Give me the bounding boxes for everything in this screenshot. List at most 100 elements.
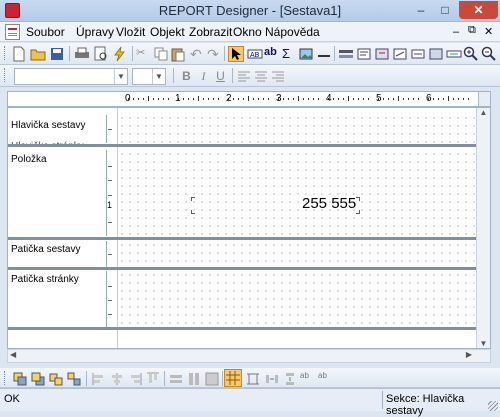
cut-icon[interactable]: ✂ bbox=[136, 46, 152, 62]
align-right-edges-icon[interactable] bbox=[127, 371, 143, 387]
tab-settings-icon[interactable]: ab bbox=[318, 371, 334, 387]
band-tool-1-icon[interactable] bbox=[338, 46, 354, 62]
minimize-button[interactable]: – bbox=[410, 1, 432, 19]
redo-icon[interactable]: ↷ bbox=[207, 46, 223, 62]
ruler-tick bbox=[383, 98, 384, 100]
band-separator[interactable] bbox=[8, 144, 490, 147]
selection-handle[interactable] bbox=[356, 197, 360, 201]
horizontal-scrollbar[interactable]: ◀ ▶ bbox=[7, 349, 491, 363]
align-left-icon[interactable] bbox=[236, 68, 253, 84]
ruler-tick bbox=[293, 98, 294, 100]
band-tool-2-icon[interactable] bbox=[356, 46, 372, 62]
align-tops-icon[interactable] bbox=[145, 371, 161, 387]
menu-okno[interactable]: Okno bbox=[233, 25, 262, 39]
scroll-down-icon[interactable]: ▼ bbox=[477, 339, 490, 348]
ruler-tick bbox=[193, 98, 194, 100]
band-tool-5-icon[interactable] bbox=[410, 46, 426, 62]
sum-icon[interactable]: Σ bbox=[282, 46, 298, 62]
band-tool-4-icon[interactable] bbox=[392, 46, 408, 62]
mdi-minimize-button[interactable]: – bbox=[453, 26, 459, 38]
line-icon[interactable] bbox=[316, 46, 332, 62]
space-horizontal-icon[interactable] bbox=[264, 371, 280, 387]
print-preview-icon[interactable] bbox=[93, 46, 109, 62]
field-box[interactable]: 255 555 bbox=[191, 195, 361, 215]
band-separator[interactable] bbox=[8, 327, 490, 330]
bold-button[interactable]: B bbox=[178, 68, 195, 84]
maximize-button[interactable]: □ bbox=[433, 1, 457, 19]
field-value[interactable]: 255 555 bbox=[302, 195, 356, 212]
same-height-icon[interactable] bbox=[186, 371, 202, 387]
tab-order-icon[interactable]: ab bbox=[300, 371, 316, 387]
picture-icon[interactable] bbox=[298, 46, 314, 62]
font-name-combo[interactable]: ▼ bbox=[14, 68, 128, 85]
close-button[interactable]: ✕ bbox=[459, 1, 498, 19]
menu-zobrazit[interactable]: Zobrazit bbox=[189, 25, 232, 39]
toolbar-grip[interactable] bbox=[4, 371, 7, 385]
label-tool-icon[interactable]: AB bbox=[247, 46, 263, 62]
same-width-icon[interactable] bbox=[168, 371, 184, 387]
band-separator[interactable] bbox=[8, 267, 490, 270]
ruler-tick bbox=[158, 98, 159, 100]
menu-napoveda[interactable]: Nápověda bbox=[265, 25, 320, 39]
ungroup-icon[interactable] bbox=[66, 371, 82, 387]
send-back-icon[interactable] bbox=[30, 371, 46, 387]
open-icon[interactable] bbox=[30, 46, 46, 62]
ruler-tick bbox=[143, 98, 144, 100]
status-text: OK bbox=[4, 393, 20, 405]
selection-handle[interactable] bbox=[191, 197, 195, 201]
selection-handle[interactable] bbox=[191, 210, 195, 214]
menu-objekt[interactable]: Objekt bbox=[150, 25, 185, 39]
save-icon[interactable] bbox=[49, 46, 65, 62]
band-separator[interactable] bbox=[8, 237, 490, 240]
band-grid-page-footer[interactable] bbox=[118, 271, 490, 327]
band-ruler: 1 bbox=[106, 150, 113, 236]
toolbar-grip[interactable] bbox=[4, 68, 7, 82]
menu-upravy[interactable]: Úpravy bbox=[76, 25, 114, 39]
bring-front-icon[interactable] bbox=[12, 371, 28, 387]
ruler-tick bbox=[418, 98, 419, 100]
zoom-in-icon[interactable] bbox=[463, 46, 479, 62]
grid-toggle-icon[interactable] bbox=[224, 369, 242, 387]
menu-soubor[interactable]: Soubor bbox=[26, 25, 65, 39]
copy-icon[interactable] bbox=[153, 46, 169, 62]
align-center-icon[interactable] bbox=[253, 68, 270, 84]
band-grid-report-header[interactable] bbox=[118, 114, 490, 144]
mdi-close-button[interactable]: ✕ bbox=[484, 25, 493, 38]
pointer-icon[interactable] bbox=[228, 46, 244, 62]
band-tool-7-icon[interactable] bbox=[446, 46, 462, 62]
band-tool-6-icon[interactable] bbox=[428, 46, 444, 62]
group-icon[interactable] bbox=[48, 371, 64, 387]
ruler-tick bbox=[133, 98, 134, 100]
selection-handle[interactable] bbox=[356, 210, 360, 214]
align-right-icon[interactable] bbox=[270, 68, 287, 84]
toolbar-separator bbox=[222, 371, 223, 386]
print-icon[interactable] bbox=[74, 46, 90, 62]
scroll-up-icon[interactable]: ▲ bbox=[477, 108, 490, 117]
new-icon[interactable] bbox=[11, 46, 27, 62]
ruler-tick bbox=[258, 98, 259, 100]
align-left-edges-icon[interactable] bbox=[91, 371, 107, 387]
band-grid-item[interactable] bbox=[118, 150, 490, 237]
align-centers-icon[interactable] bbox=[109, 371, 125, 387]
font-size-combo[interactable]: ▼ bbox=[132, 68, 166, 85]
band-tool-3-icon[interactable] bbox=[374, 46, 390, 62]
same-size-icon[interactable] bbox=[204, 371, 220, 387]
mdi-restore-button[interactable]: ⧉ bbox=[468, 24, 476, 37]
band-grid-report-footer[interactable] bbox=[118, 241, 490, 267]
vertical-scrollbar[interactable]: ▲ ▼ bbox=[476, 108, 490, 348]
ruler-tick bbox=[358, 98, 359, 100]
run-icon[interactable] bbox=[112, 46, 128, 62]
space-vertical-icon[interactable] bbox=[282, 371, 298, 387]
scroll-right-icon[interactable]: ▶ bbox=[466, 350, 472, 359]
menu-vlozit[interactable]: Vložit bbox=[116, 25, 145, 39]
paste-icon[interactable] bbox=[170, 46, 186, 62]
text-field-icon[interactable]: ab bbox=[264, 46, 280, 62]
undo-icon[interactable]: ↶ bbox=[190, 46, 206, 62]
scroll-left-icon[interactable]: ◀ bbox=[10, 350, 16, 359]
italic-button[interactable]: I bbox=[195, 68, 212, 84]
snap-icon[interactable] bbox=[245, 371, 261, 387]
underline-button[interactable]: U bbox=[212, 68, 229, 84]
resize-grip[interactable] bbox=[488, 401, 498, 411]
toolbar-grip[interactable] bbox=[4, 46, 7, 60]
zoom-out-icon[interactable] bbox=[481, 46, 497, 62]
